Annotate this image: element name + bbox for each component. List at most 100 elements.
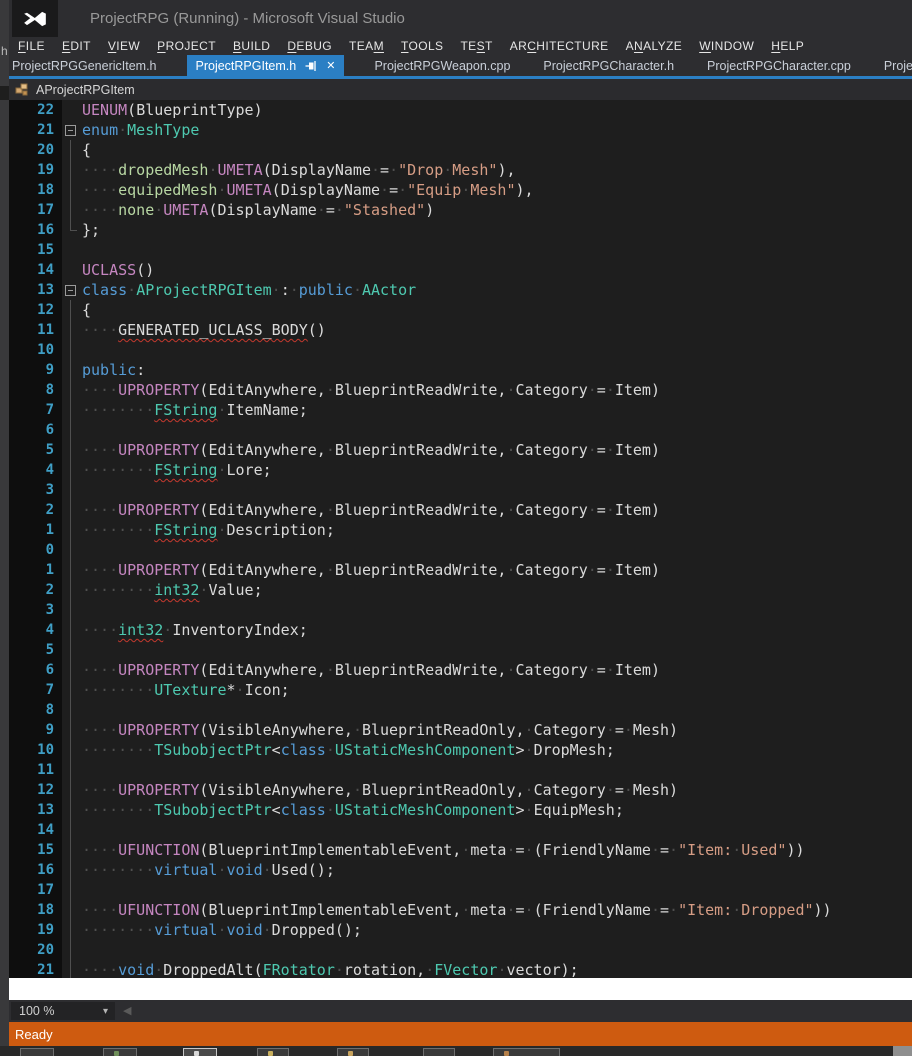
taskbar-button-7[interactable] [493, 1048, 560, 1056]
code-line: 3 [9, 600, 912, 620]
menu-test[interactable]: TEST [460, 39, 492, 53]
close-icon[interactable]: ✕ [326, 59, 335, 72]
tab-projectrpg[interactable]: ProjectRPG [881, 55, 912, 76]
menu-bar: FILE EDIT VIEW PROJECT BUILD DEBUG TEAM TOOLS TE… [9, 37, 912, 55]
line-number: 9 [9, 360, 61, 380]
tab-projectrpggenericitem.h[interactable]: ProjectRPGGenericItem.h [9, 55, 160, 76]
code-line: 11····GENERATED_UCLASS_BODY() [9, 320, 912, 340]
code-text: ····UFUNCTION(BlueprintImplementableEven… [82, 900, 912, 920]
breadcrumb-bar[interactable]: AProjectRPGItem [9, 79, 912, 100]
tab-projectrpgitem.h[interactable]: ProjectRPGItem.h ✕ [187, 55, 345, 76]
code-line: 13class·AProjectRPGItem·:·public·AActor [9, 280, 912, 300]
fold-margin [61, 480, 82, 500]
tab-projectrpgweapon.cpp[interactable]: ProjectRPGWeapon.cpp [371, 55, 513, 76]
menu-team[interactable]: TEAM [349, 39, 384, 53]
code-line: 6 [9, 420, 912, 440]
fold-margin [61, 100, 82, 120]
menu-debug[interactable]: DEBUG [287, 39, 332, 53]
code-text: ········FString·Lore; [82, 460, 912, 480]
line-number: 12 [9, 780, 61, 800]
fold-collapse-icon[interactable] [61, 120, 82, 140]
code-text: ····UPROPERTY(EditAnywhere,·BlueprintRea… [82, 560, 912, 580]
fold-margin [61, 560, 82, 580]
code-line: 7········FString·ItemName; [9, 400, 912, 420]
code-text: ····equipedMesh·UMETA(DisplayName·=·"Equ… [82, 180, 912, 200]
taskbar-button-icon [348, 1051, 353, 1056]
menu-file[interactable]: FILE [18, 39, 45, 53]
line-number: 11 [9, 760, 61, 780]
fold-margin [61, 620, 82, 640]
fold-margin [61, 600, 82, 620]
visual-studio-logo-icon [22, 6, 48, 32]
line-number: 7 [9, 400, 61, 420]
line-number: 17 [9, 200, 61, 220]
breadcrumb[interactable]: AProjectRPGItem [36, 83, 135, 97]
line-number: 1 [9, 560, 61, 580]
taskbar-button-4[interactable] [257, 1048, 289, 1056]
taskbar-button-5[interactable] [337, 1048, 369, 1056]
line-number: 18 [9, 180, 61, 200]
hscroll-left-arrow-icon[interactable]: ◀ [123, 1004, 131, 1017]
line-number: 20 [9, 140, 61, 160]
fold-margin [61, 320, 82, 340]
taskbar-button-3[interactable] [183, 1048, 217, 1056]
taskbar-button-icon [194, 1051, 199, 1056]
line-number: 14 [9, 260, 61, 280]
taskbar-button-2[interactable] [103, 1048, 137, 1056]
status-bar: Ready [9, 1022, 912, 1046]
code-text [82, 480, 912, 500]
code-line: 12····UPROPERTY(VisibleAnywhere,·Bluepri… [9, 780, 912, 800]
menu-architecture[interactable]: ARCHITECTURE [510, 39, 609, 53]
line-number: 8 [9, 700, 61, 720]
taskbar-button-1[interactable] [20, 1048, 54, 1056]
vs-window: h ProjectRPG (Running) - Microsoft Visua… [0, 0, 912, 1056]
pin-icon[interactable] [305, 60, 317, 72]
line-number: 4 [9, 620, 61, 640]
menu-build[interactable]: BUILD [233, 39, 270, 53]
horizontal-scrollbar[interactable] [137, 1002, 912, 1020]
code-text: ····UFUNCTION(BlueprintImplementableEven… [82, 840, 912, 860]
tab-label: ProjectRPGItem.h [196, 59, 297, 73]
menu-project[interactable]: PROJECT [157, 39, 216, 53]
code-line: 2····UPROPERTY(EditAnywhere,·BlueprintRe… [9, 500, 912, 520]
line-number: 0 [9, 540, 61, 560]
code-text: ····UPROPERTY(VisibleAnywhere,·Blueprint… [82, 720, 912, 740]
menu-tools[interactable]: TOOLS [401, 39, 443, 53]
line-number: 8 [9, 380, 61, 400]
menu-window[interactable]: WINDOW [699, 39, 754, 53]
code-text [82, 940, 912, 960]
code-text [82, 600, 912, 620]
line-number: 2 [9, 580, 61, 600]
code-line: 18····UFUNCTION(BlueprintImplementableEv… [9, 900, 912, 920]
code-line: 15 [9, 240, 912, 260]
fold-collapse-icon[interactable] [61, 280, 82, 300]
background-window-fragment: h [1, 44, 9, 58]
code-line: 14 [9, 820, 912, 840]
fold-margin [61, 880, 82, 900]
fold-margin [61, 760, 82, 780]
taskbar-button-6[interactable] [423, 1048, 455, 1056]
taskbar-right-block [893, 1046, 912, 1056]
code-text: { [82, 300, 912, 320]
zoom-level-dropdown[interactable]: 100 % ▾ [11, 1002, 115, 1020]
edge-notch [0, 86, 9, 100]
window-title: ProjectRPG (Running) - Microsoft Visual … [90, 0, 405, 37]
code-line: 2········int32·Value; [9, 580, 912, 600]
menu-analyze[interactable]: ANALYZE [626, 39, 683, 53]
tab-projectrpgcharacter.cpp[interactable]: ProjectRPGCharacter.cpp [704, 55, 854, 76]
menu-edit[interactable]: EDIT [62, 39, 91, 53]
menu-help[interactable]: HELP [771, 39, 804, 53]
code-text: enum·MeshType [82, 120, 912, 140]
fold-margin [61, 580, 82, 600]
code-editor[interactable]: 22UENUM(BlueprintType)21enum·MeshType20{… [9, 100, 912, 978]
menu-view[interactable]: VIEW [108, 39, 140, 53]
code-text: ····void·DroppedAlt(FRotator·rotation,·F… [82, 960, 912, 978]
tab-label: ProjectRPG [884, 59, 912, 73]
fold-margin [61, 720, 82, 740]
code-text: public: [82, 360, 912, 380]
code-line: 13········TSubobjectPtr<class·UStaticMes… [9, 800, 912, 820]
line-number: 5 [9, 440, 61, 460]
tab-projectrpgcharacter.h[interactable]: ProjectRPGCharacter.h [540, 55, 677, 76]
code-text: ····GENERATED_UCLASS_BODY() [82, 320, 912, 340]
tab-label: ProjectRPGGenericItem.h [12, 59, 157, 73]
